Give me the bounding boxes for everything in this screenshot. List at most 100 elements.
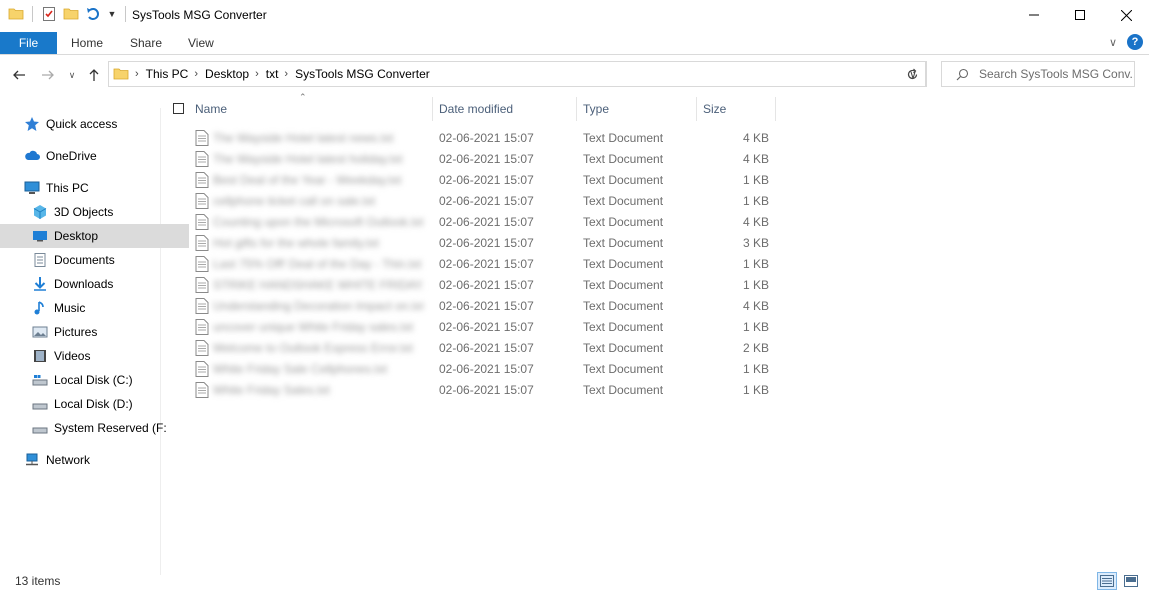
text-document-icon [195, 382, 209, 401]
file-size: 1 KB [742, 362, 769, 376]
search-icon [956, 68, 969, 81]
properties-icon[interactable] [41, 6, 57, 22]
table-row[interactable]: White Friday Sale Cellphones.txt 02-06-20… [161, 359, 781, 380]
toolbar-divider [125, 6, 126, 22]
breadcrumb-this-pc[interactable]: This PC [146, 67, 189, 81]
text-document-icon [195, 298, 209, 317]
sidebar-item-label: 3D Objects [54, 205, 114, 219]
table-row[interactable]: Welcome to Outlook Express Error.txt 02-0… [161, 338, 781, 359]
drive-icon [32, 372, 48, 388]
breadcrumb-separator-icon[interactable]: › [194, 68, 198, 80]
table-row[interactable]: uncover unique White Friday sales.txt 02-… [161, 317, 781, 338]
large-icons-view-button[interactable] [1121, 572, 1141, 590]
select-all-checkbox[interactable] [173, 103, 184, 114]
file-date-modified: 02-06-2021 15:07 [439, 383, 534, 397]
sidebar-item-label: OneDrive [46, 149, 97, 163]
column-header-date-modified[interactable]: Date modified [439, 95, 513, 123]
desktop-icon [32, 228, 48, 244]
customize-toolbar-icon[interactable]: ▼ [107, 6, 117, 22]
sidebar-item-network[interactable]: Network [0, 448, 181, 472]
forward-arrow-icon [42, 70, 54, 80]
file-name: cellphone ticket call on sale.txt [213, 194, 376, 208]
search-input[interactable]: Search SysTools MSG Conv... [979, 67, 1134, 81]
toolbar-divider [32, 6, 33, 22]
drive-icon [32, 396, 48, 412]
table-row[interactable]: Understanding Decoration Impact on.txt 02… [161, 296, 781, 317]
search-box[interactable]: Search SysTools MSG Conv... [941, 61, 1135, 87]
file-size: 4 KB [742, 299, 769, 313]
file-type: Text Document [583, 299, 664, 313]
recent-locations-button[interactable]: ∨ [62, 65, 82, 85]
breadcrumb-desktop[interactable]: Desktop [205, 67, 249, 81]
back-button[interactable] [9, 65, 29, 85]
close-button[interactable] [1103, 0, 1149, 30]
address-bar[interactable]: › This PC › Desktop › txt › SysTools MSG… [108, 61, 926, 87]
sidebar-item-label: Pictures [54, 325, 98, 339]
sidebar-item-quick-access[interactable]: Quick access [0, 112, 181, 136]
undo-icon[interactable] [85, 6, 101, 22]
text-document-icon [195, 130, 209, 149]
videos-icon [32, 348, 48, 364]
file-type: Text Document [583, 194, 664, 208]
sidebar-item-onedrive[interactable]: OneDrive [0, 144, 181, 168]
file-date-modified: 02-06-2021 15:07 [439, 215, 534, 229]
column-divider[interactable] [576, 97, 577, 121]
tab-share[interactable]: Share [130, 36, 162, 50]
file-date-modified: 02-06-2021 15:07 [439, 341, 534, 355]
file-date-modified: 02-06-2021 15:07 [439, 173, 534, 187]
file-type: Text Document [583, 236, 664, 250]
text-document-icon [195, 235, 209, 254]
window-title: SysTools MSG Converter [132, 8, 267, 22]
column-divider[interactable] [696, 97, 697, 121]
expand-ribbon-icon[interactable]: ∨ [1109, 36, 1117, 49]
breadcrumb-separator-icon[interactable]: › [255, 68, 259, 80]
file-size: 1 KB [742, 173, 769, 187]
up-button[interactable] [84, 65, 104, 85]
details-view-button[interactable] [1097, 572, 1117, 590]
ribbon-right-controls: ∨ ? [1109, 34, 1143, 50]
column-header-size[interactable]: Size [703, 95, 726, 123]
help-icon[interactable]: ? [1127, 34, 1143, 50]
sidebar-item-this-pc[interactable]: This PC [0, 176, 181, 200]
sidebar-item-label: Quick access [46, 117, 118, 131]
breadcrumb-current-folder[interactable]: SysTools MSG Converter [295, 67, 430, 81]
tab-file[interactable]: File [0, 32, 57, 54]
large-icons-view-icon [1124, 575, 1138, 587]
sidebar-item-label: Music [54, 301, 86, 315]
maximize-button[interactable] [1057, 0, 1103, 30]
table-row[interactable]: Hot gifts for the whole family.txt 02-06-… [161, 233, 781, 254]
table-row[interactable]: The Wayside Hotel latest news.txt 02-06-2… [161, 128, 781, 149]
table-row[interactable]: Counting upon the Microsoft Outlook.txt 0… [161, 212, 781, 233]
tab-view[interactable]: View [188, 36, 214, 50]
refresh-button[interactable] [899, 61, 927, 87]
column-header-name[interactable]: Name [195, 95, 227, 123]
breadcrumb-separator-icon[interactable]: › [135, 68, 139, 80]
table-row[interactable]: White Friday Sales.txt 02-06-2021 15:07 Te… [161, 380, 781, 401]
table-row[interactable]: Best Deal of the Year - Weekday.txt 02-06… [161, 170, 781, 191]
sidebar-item-label: Videos [54, 349, 91, 363]
breadcrumb-separator-icon[interactable]: › [284, 68, 288, 80]
table-row[interactable]: STRIKE HANDSHAKE WHITE FRIDAY.txt 02-06-2… [161, 275, 781, 296]
text-document-icon [195, 277, 209, 296]
column-divider[interactable] [775, 97, 776, 121]
column-header-type[interactable]: Type [583, 95, 609, 123]
table-row[interactable]: cellphone ticket call on sale.txt 02-06-2… [161, 191, 781, 212]
table-row[interactable]: The Wayside Hotel latest holiday.txt 02-0… [161, 149, 781, 170]
tab-home[interactable]: Home [71, 36, 103, 50]
text-document-icon [195, 319, 209, 338]
item-count: 13 items [15, 574, 61, 588]
text-document-icon [195, 361, 209, 380]
cube-icon [32, 204, 48, 220]
file-size: 1 KB [742, 194, 769, 208]
file-type: Text Document [583, 362, 664, 376]
file-type: Text Document [583, 152, 664, 166]
table-row[interactable]: Last 75% Off! Deal of the Day - Thin.txt… [161, 254, 781, 275]
drive-icon [32, 420, 48, 436]
file-size: 2 KB [742, 341, 769, 355]
breadcrumb-txt[interactable]: txt [266, 67, 279, 81]
column-divider[interactable] [432, 97, 433, 121]
minimize-button[interactable] [1011, 0, 1057, 30]
new-folder-icon[interactable] [63, 6, 79, 22]
forward-button[interactable] [38, 65, 58, 85]
refresh-icon [907, 68, 918, 79]
